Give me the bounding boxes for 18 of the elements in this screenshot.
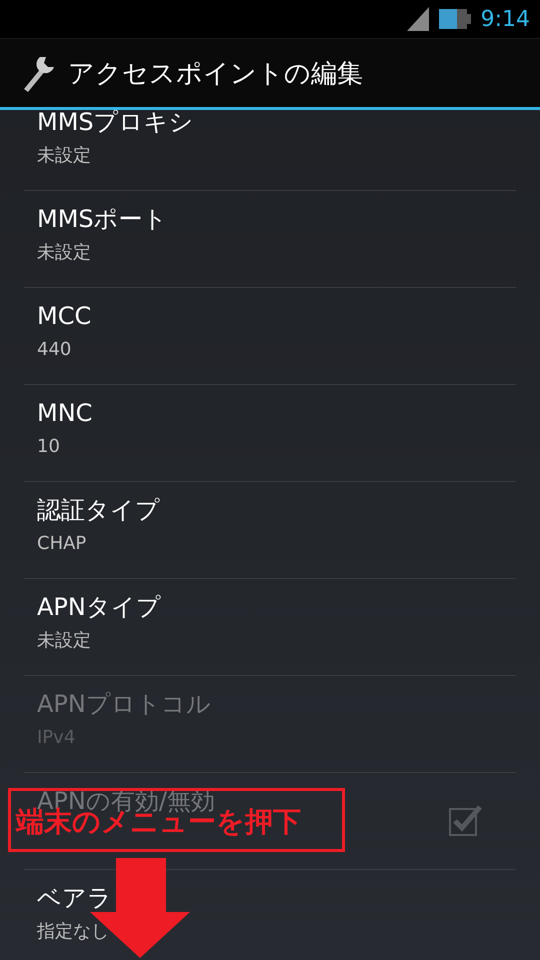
- setting-title[interactable]: MMSポート: [37, 206, 168, 232]
- setting-title[interactable]: ベアラ: [37, 885, 112, 911]
- setting-summary: 440: [37, 339, 72, 361]
- setting-summary: 未設定: [37, 630, 91, 652]
- setting-summary: 未設定: [37, 145, 91, 167]
- setting-summary: CHAP: [37, 533, 86, 555]
- battery-icon: [438, 9, 471, 29]
- down-arrow-icon: [90, 858, 190, 958]
- setting-title[interactable]: MMSプロキシ: [37, 110, 194, 135]
- screen-title: アクセスポイントの編集: [68, 58, 363, 90]
- setting-title[interactable]: APNタイプ: [37, 594, 161, 620]
- setting-title[interactable]: MCC: [37, 303, 92, 329]
- setting-title[interactable]: 認証タイプ: [37, 497, 160, 523]
- setting-title[interactable]: MNC: [37, 400, 92, 426]
- setting-summary: 未設定: [37, 242, 91, 264]
- setting-summary: 10: [37, 436, 60, 458]
- clock-time: 9:14: [480, 6, 530, 32]
- setting-summary: 指定なし: [37, 921, 109, 943]
